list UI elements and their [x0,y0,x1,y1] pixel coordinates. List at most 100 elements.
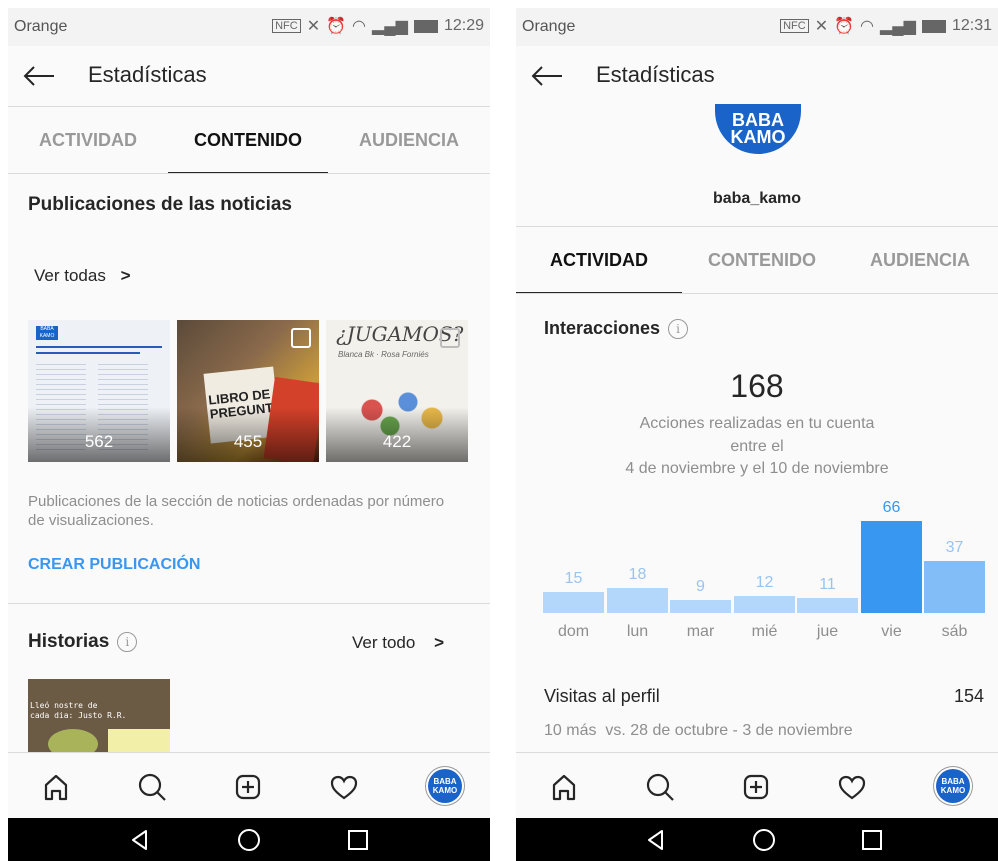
post-heading-line [36,352,140,354]
page-title: Estadísticas [596,62,715,87]
chart-bar[interactable] [670,600,731,613]
tab-content[interactable]: CONTENIDO [168,106,328,174]
posts-section-title: Publicaciones de las noticias [28,194,292,215]
interactions-title: Interacciones i [544,318,689,340]
alarm-icon: ⏰ [834,18,855,35]
chart-bar[interactable] [797,598,858,613]
stories-title-text: Historias [28,631,110,652]
chart-day-label: dom [557,623,590,640]
alarm-icon: ⏰ [326,18,347,35]
see-all-posts-label: Ver todas [34,266,106,285]
tab-activity[interactable]: ACTIVIDAD [8,106,168,174]
right-screen: Orange NFC ✕ ⏰ ◠ ▂▄▆ 12:31 Estadísticas … [516,8,998,861]
chart-bar-value: 66 [882,499,901,516]
chart-bar-value: 15 [564,570,583,587]
battery-icon [921,19,946,33]
avatar-text-top: BABA [433,777,457,786]
see-all-posts-link[interactable]: Ver todas > [34,266,131,286]
avatar-text-bottom: KAMO [940,786,966,795]
nfc-icon: NFC [272,19,301,33]
bottom-nav: BABA KAMO [8,752,490,819]
post-thumbnail[interactable]: ¿JUGAMOS? Blanca Bk · Rosa Forniés 422 [326,320,468,462]
chart-day-label: mié [751,623,778,640]
system-nav-bar [8,818,490,861]
chevron-right-icon: > [120,266,131,285]
tab-audience[interactable]: AUDIENCIA [328,106,490,174]
chart-bar-value: 37 [945,539,964,556]
story-text: Lleó nostre de cada dia: Justo R.R. [30,701,127,720]
avatar-text-top: BABA [941,777,965,786]
chart-day-label: vie [881,623,902,640]
profile-username: baba_kamo [712,190,802,207]
search-icon[interactable] [132,767,172,807]
status-bar: Orange NFC ✕ ⏰ ◠ ▂▄▆ 12:31 [516,8,998,46]
post-thumbnail[interactable]: LIBRO DE PREGUNT 455 [177,320,319,462]
chart-bar[interactable] [543,592,604,613]
profile-avatar[interactable]: BABA KAMO [428,769,462,803]
chart-bar-value: 9 [696,578,705,595]
system-back-icon[interactable] [128,828,152,852]
chart-bar[interactable] [861,521,922,613]
app-bar: Estadísticas [8,46,490,107]
clock: 12:29 [443,17,484,34]
mute-icon: ✕ [814,18,829,35]
posts-description: Publicaciones de la sección de noticias … [28,493,445,529]
chart-bar-value: 11 [819,576,836,593]
interactions-caption-line3: 4 de noviembre y el 10 de noviembre [625,460,889,477]
new-post-icon[interactable] [736,767,776,807]
multi-post-icon [440,328,460,348]
create-post-button[interactable]: CREAR PUBLICACIÓN [28,556,200,574]
left-screen: Orange NFC ✕ ⏰ ◠ ▂▄▆ 12:29 Estadísticas … [8,8,490,861]
back-arrow-icon[interactable] [22,64,56,88]
activity-heart-icon[interactable] [324,767,364,807]
interactions-caption-line1: Acciones realizadas en tu cuenta [639,415,875,432]
nfc-icon: NFC [780,19,809,33]
new-post-icon[interactable] [228,767,268,807]
clock: 12:31 [951,17,992,34]
chart-bar[interactable] [734,596,795,613]
tab-bar: ACTIVIDAD CONTENIDO AUDIENCIA [516,226,998,294]
post-thumbnail[interactable]: BABA KAMO 562 [28,320,170,462]
chart-bar[interactable] [924,561,985,613]
search-icon[interactable] [640,767,680,807]
post-heading-line [36,346,162,348]
profile-visits-label: Visitas al perfil [544,686,660,706]
see-all-stories-link[interactable]: Ver todo > [352,633,444,653]
home-icon[interactable] [36,767,76,807]
home-icon[interactable] [544,767,584,807]
chart-bar[interactable] [607,588,668,613]
system-back-icon[interactable] [644,828,668,852]
info-icon[interactable]: i [668,319,689,340]
system-home-icon[interactable] [237,828,261,852]
story-illustration [48,729,98,752]
info-icon[interactable]: i [117,631,138,652]
wifi-icon: ◠ [352,18,366,35]
signal-icon: ▂▄▆ [372,18,408,35]
profile-avatar-large: BABA KAMO [715,104,801,154]
chart-day-label: sáb [941,623,968,640]
chart-day-label: mar [686,623,715,640]
system-home-icon[interactable] [752,828,776,852]
tab-activity[interactable]: ACTIVIDAD [516,226,682,294]
status-bar: Orange NFC ✕ ⏰ ◠ ▂▄▆ 12:29 [8,8,490,46]
profile-avatar[interactable]: BABA KAMO [936,769,970,803]
interactions-total: 168 [730,368,784,404]
status-icons: NFC ✕ ⏰ ◠ ▂▄▆ 12:29 [272,16,484,36]
tab-content[interactable]: CONTENIDO [682,226,842,294]
section-divider [8,603,490,604]
carrier-label: Orange [522,18,576,35]
system-recents-icon[interactable] [860,828,884,852]
avatar-text-bottom: KAMO [432,786,458,795]
story-thumbnail[interactable]: Lleó nostre de cada dia: Justo R.R. [28,679,170,752]
bottom-nav: BABA KAMO [516,752,998,819]
tab-audience[interactable]: AUDIENCIA [842,226,998,294]
see-all-stories-label: Ver todo [352,633,416,652]
chart-day-label: lun [626,623,649,640]
signal-icon: ▂▄▆ [880,18,916,35]
back-arrow-icon[interactable] [530,64,564,88]
post-logo-text: BABA KAMO [39,326,55,339]
wifi-icon: ◠ [860,18,874,35]
activity-heart-icon[interactable] [832,767,872,807]
interactions-title-text: Interacciones [544,318,661,338]
system-recents-icon[interactable] [346,828,370,852]
